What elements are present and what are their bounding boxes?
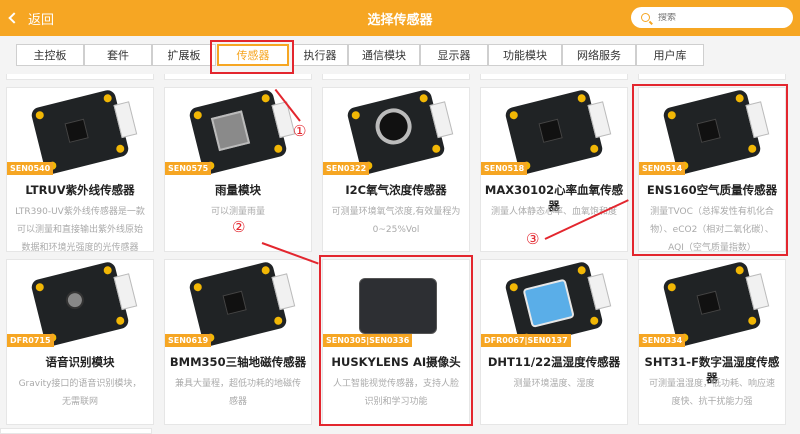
sku-badge: SEN0334 [639,334,686,347]
sensor-card[interactable]: DFR0067|SEN0137 DHT11/22温湿度传感器 测量环境温度、湿度 [480,259,628,425]
highlight-box-ens160 [632,84,788,256]
category-tabs: 主控板 套件 扩展板 传感器 执行器 通信模块 显示器 功能模块 网络服务 用户… [0,36,800,74]
card-title: 雨量模块 [215,183,261,197]
tab-expansion-board[interactable]: 扩展板 [152,44,216,66]
sku-badge: SEN0322 [323,162,370,175]
card-description: 兼具大量程，超低功耗的地磁传感器 [174,379,301,407]
tab-main-board[interactable]: 主控板 [16,44,84,66]
sensor-card[interactable]: DFR0715 语音识别模块 Gravity接口的语音识别模块，无需联网 [6,259,154,425]
tab-network-service[interactable]: 网络服务 [562,44,636,66]
highlight-box-huskylens [319,255,473,426]
sensor-card[interactable]: SEN0619 BMM350三轴地磁传感器 兼具大量程，超低功耗的地磁传感器 [164,259,312,425]
highlight-box-sensor-tab [210,40,294,74]
annotation-2: ② [232,218,246,236]
card-description: 可测量环境氧气浓度,有效量程为0~25%Vol [331,207,461,235]
card-title: I2C氧气浓度传感器 [345,183,447,197]
next-row-edge [0,428,152,434]
annotation-1: ① [293,122,307,140]
card-description: LTR390-UV紫外线传感器是一款可以测量和直接输出紫外线原始数据和环境光强度… [15,207,145,252]
search-box[interactable] [631,7,793,28]
card-title: 语音识别模块 [45,355,115,369]
sensor-card[interactable]: SEN0334 SHT31-F数字温湿度传感器 可测量温湿度，低功耗、响应速度快… [638,259,786,425]
card-description: Gravity接口的语音识别模块，无需联网 [18,379,142,407]
tab-display[interactable]: 显示器 [420,44,488,66]
search-icon [641,13,650,22]
card-description: 测量环境温度、湿度 [513,379,595,389]
sku-badge: SEN0518 [481,162,528,175]
previous-row-edge [0,74,800,80]
sku-badge: DFR0715 [7,334,54,347]
card-title: BMM350三轴地磁传感器 [169,355,307,369]
sensor-card[interactable]: SEN0518 MAX30102心率血氧传感器 测量人体静态心率、血氧饱和度 [480,87,628,252]
sensor-card[interactable]: SEN0540 LTRUV紫外线传感器 LTR390-UV紫外线传感器是一款可以… [6,87,154,252]
card-title: LTRUV紫外线传感器 [25,183,135,197]
sku-badge: SEN0619 [165,334,212,347]
card-description: 可测量温湿度，低功耗、响应速度快、抗干扰能力强 [648,379,775,407]
tab-function-module[interactable]: 功能模块 [488,44,562,66]
tab-user-library[interactable]: 用户库 [636,44,704,66]
card-title: DHT11/22温湿度传感器 [487,355,621,369]
sku-badge: SEN0575 [165,162,212,175]
sensor-card[interactable]: SEN0322 I2C氧气浓度传感器 可测量环境氧气浓度,有效量程为0~25%V… [322,87,470,252]
annotation-3: ③ [526,230,540,248]
top-bar: 返回 选择传感器 [0,0,800,36]
search-input[interactable] [658,12,778,23]
sku-badge: SEN0540 [7,162,54,175]
tab-actuator[interactable]: 执行器 [292,44,348,66]
tab-kit[interactable]: 套件 [84,44,152,66]
tab-communication[interactable]: 通信模块 [348,44,420,66]
sku-badge: DFR0067|SEN0137 [481,334,571,347]
